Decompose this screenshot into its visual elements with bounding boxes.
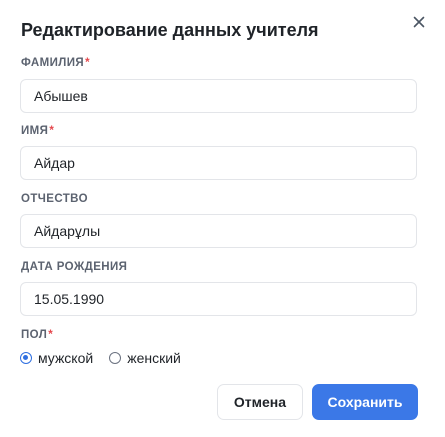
patronymic-input[interactable] (20, 214, 417, 248)
first-name-input[interactable] (20, 146, 417, 180)
save-button[interactable]: Сохранить (312, 384, 418, 420)
first-name-label-text: ИМЯ (21, 125, 49, 137)
radio-button-checked[interactable] (20, 352, 32, 364)
patronymic-label-text: ОТЧЕСТВО (21, 193, 88, 205)
gender-label-text: ПОЛ (21, 329, 48, 341)
radio-button-unchecked[interactable] (109, 352, 122, 364)
edit-teacher-dialog: Редактирование данных учителя ФАМИЛИЯ* И… (0, 0, 445, 437)
gender-radio-group: мужской женский (20, 349, 181, 367)
birth-date-label-text: ДАТА РОЖДЕНИЯ (21, 261, 128, 273)
last-name-label: ФАМИЛИЯ* (21, 57, 90, 69)
first-name-label: ИМЯ* (21, 125, 54, 137)
gender-option-male[interactable]: мужской (20, 350, 93, 366)
dialog-title: Редактирование данных учителя (21, 20, 319, 40)
birth-date-label: ДАТА РОЖДЕНИЯ (21, 261, 127, 273)
gender-option-female[interactable]: женский (109, 350, 181, 366)
gender-label: ПОЛ* (21, 329, 53, 341)
birth-date-input[interactable] (20, 282, 417, 316)
cancel-button[interactable]: Отмена (217, 384, 303, 420)
last-name-label-text: ФАМИЛИЯ (21, 57, 85, 69)
required-mark: * (49, 125, 55, 137)
required-mark: * (85, 57, 90, 69)
required-mark: * (48, 329, 54, 341)
gender-option-female-label: женский (127, 350, 181, 366)
close-button[interactable] (409, 12, 429, 32)
patronymic-label: ОТЧЕСТВО (21, 193, 88, 205)
last-name-input[interactable] (20, 79, 417, 113)
gender-option-male-label: мужской (38, 350, 94, 366)
close-icon[interactable] (413, 16, 425, 28)
